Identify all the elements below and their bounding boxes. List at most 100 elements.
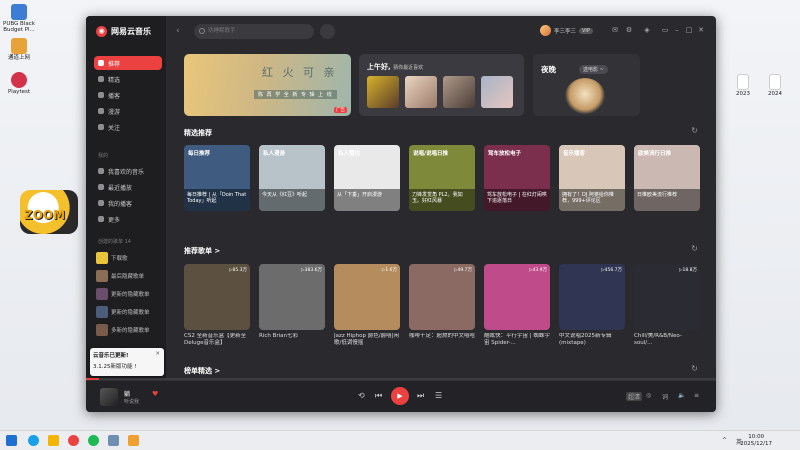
nav-recent[interactable]: 最近播放: [94, 180, 162, 194]
nav-podcast[interactable]: 播客: [94, 88, 162, 102]
close-icon[interactable]: ✕: [696, 25, 706, 35]
playlist-card[interactable]: ▷49.7万 咖啡十足：超燃的中文嘻哈: [409, 264, 475, 347]
now-playing-artist[interactable]: 听说我: [124, 398, 139, 405]
nav-recommend[interactable]: 推荐: [94, 56, 162, 70]
album-thumb[interactable]: [367, 76, 399, 108]
night-banner[interactable]: 夜晚 选电影 ~: [533, 54, 640, 116]
featured-card[interactable]: 私人漫游 今天从《红豆》听起: [259, 145, 325, 211]
night-select[interactable]: 选电影 ~: [579, 65, 608, 74]
settings-icon[interactable]: ⚙: [624, 25, 634, 35]
mini-mode-icon[interactable]: ▭: [660, 25, 670, 35]
volume-icon[interactable]: 🔈: [678, 392, 685, 399]
desktop-icon-pubg[interactable]: PUBG Black Budget Pl...: [2, 4, 36, 33]
card-tag: 音乐播客: [563, 151, 586, 157]
play-button[interactable]: ▶: [391, 387, 409, 405]
tray-arrow-icon[interactable]: ^: [722, 437, 727, 444]
next-icon[interactable]: ⏭: [417, 391, 424, 401]
playlist-card[interactable]: ▷18.8万 Chill/美/R&B/Neo-soul/...: [634, 264, 700, 347]
search-input[interactable]: 劝睡眠歌手: [194, 24, 314, 39]
desktop-icon-playtest[interactable]: Playtest: [2, 72, 36, 95]
greeting-title: 上午好, 猜你最近喜欢: [367, 62, 423, 72]
like-icon[interactable]: ♥: [152, 390, 158, 398]
refresh-icon[interactable]: ↻: [691, 364, 698, 373]
windows-start-icon[interactable]: [6, 435, 17, 446]
featured-card[interactable]: 说唱/说唱日推 刀锋发觉角 PL2。我如玉。好红风暴: [409, 145, 475, 211]
queue-icon[interactable]: ≡: [694, 392, 699, 399]
lyrics-icon[interactable]: 词: [662, 392, 668, 401]
nav-label: 推荐: [108, 60, 121, 68]
netease-taskbar-icon[interactable]: [68, 435, 79, 446]
card-cover: ▷1.6万: [334, 264, 400, 330]
nav-follow[interactable]: 关注: [94, 120, 162, 134]
playlist-label: 更新的隐藏歌单: [111, 310, 150, 316]
heart-icon: [98, 168, 104, 174]
card-cover: 私人雷达 从「下垂」开启漫游: [334, 145, 400, 211]
mail-icon[interactable]: ✉: [610, 25, 620, 35]
minimize-icon[interactable]: –: [672, 25, 682, 35]
refresh-icon[interactable]: ↻: [691, 244, 698, 253]
featured-card[interactable]: 每日推荐 每日推荐 | 从「Doin That Today」听起: [184, 145, 250, 211]
user-profile[interactable]: 李三李三 VIP: [540, 25, 593, 36]
skin-icon[interactable]: ◈: [642, 25, 652, 35]
section-charts-title[interactable]: 榜单精选 >: [184, 366, 220, 376]
featured-card[interactable]: 欧美流行日推 日推欧美流行推荐: [634, 145, 700, 211]
nav-more[interactable]: 更多: [94, 212, 162, 226]
app-taskbar-icon[interactable]: [128, 435, 139, 446]
clock[interactable]: 10:00 2025/12/17: [740, 434, 772, 448]
edge-icon[interactable]: [28, 435, 39, 446]
playlist-card[interactable]: ▷383.6万 Rich Brian七彩: [259, 264, 325, 347]
card-caption: 每日推荐 | 从「Doin That Today」听起: [184, 189, 250, 211]
now-playing-cover[interactable]: [100, 388, 118, 406]
app-taskbar-icon[interactable]: [88, 435, 99, 446]
repeat-icon[interactable]: ⟲: [358, 391, 365, 400]
playlist-item[interactable]: 多新的隐藏歌单: [96, 324, 150, 336]
album-thumb[interactable]: [481, 76, 513, 108]
toast-title: 云音乐已更新!: [93, 353, 129, 359]
card-caption: 驾车放松电子 | 在红灯闹哄下追逐落日: [484, 189, 550, 211]
desktop-icon-2024[interactable]: 2024: [758, 74, 792, 97]
zoom-logo[interactable]: ZOOM: [20, 190, 78, 234]
featured-card[interactable]: 音乐播客 拥有了！DJ 阿婆给你推荐，999+评论区: [559, 145, 625, 211]
app-taskbar-icon[interactable]: [108, 435, 119, 446]
section-recommended-title[interactable]: 推荐歌单 >: [184, 246, 220, 256]
clock-icon: [98, 184, 104, 190]
ad-banner[interactable]: 红 火 可 亲 陈 再 学 全 新 专 辑 上 线 广告: [184, 54, 351, 116]
refresh-icon[interactable]: ↻: [691, 126, 698, 135]
card-caption: Rich Brian七彩: [259, 333, 299, 339]
close-icon[interactable]: ✕: [155, 351, 160, 357]
playlist-card[interactable]: ▷43.9万 酷眩快：平行宇宙 | 蜘蛛宇宙 Spider-...: [484, 264, 550, 347]
avatar: [540, 25, 551, 36]
playlist-card[interactable]: ▷85.3万 CS2 全新音乐盒【更新至Deluge音乐盒】: [184, 264, 250, 347]
greeting-sub: 猜你最近喜欢: [393, 65, 424, 71]
explorer-icon[interactable]: [48, 435, 59, 446]
playlist-item[interactable]: 更新的隐藏歌单: [96, 288, 150, 300]
brand[interactable]: ◉ 网易云音乐: [96, 26, 151, 37]
nav-featured[interactable]: 精选: [94, 72, 162, 86]
desktop-icon-2023[interactable]: 2023: [726, 74, 760, 97]
playlist-queue-icon[interactable]: ☰: [435, 391, 442, 400]
nav-roam[interactable]: 漫游: [94, 104, 162, 118]
playlist-item[interactable]: 更新的隐藏歌单: [96, 306, 150, 318]
previous-icon[interactable]: ⏮: [375, 391, 382, 401]
featured-card[interactable]: 驾车放松电子驾车放松电子 | 在红灯闹哄下追逐落日: [484, 145, 550, 211]
now-playing-title[interactable]: 躺: [124, 389, 130, 398]
playlist-item[interactable]: 下载歌: [96, 252, 128, 264]
nav-my-podcast[interactable]: 我的播客: [94, 196, 162, 210]
effects-icon[interactable]: ◎: [646, 392, 651, 399]
quality-badge[interactable]: 超清: [626, 392, 643, 401]
featured-card[interactable]: 私人雷达 从「下垂」开启漫游: [334, 145, 400, 211]
update-toast[interactable]: 云音乐已更新! 3.1.25新版功能 ! ✕: [90, 348, 164, 376]
playlist-card[interactable]: ▷456.7万 中文说唱2025新专辑(mixtape): [559, 264, 625, 347]
card-tag: 驾车放松电子: [488, 151, 522, 157]
back-arrow-icon[interactable]: ‹: [176, 26, 180, 36]
playlist-card[interactable]: ▷1.6万 Jazz Hiphop 爵色/爵嘻|闲歌/低调慢摇: [334, 264, 400, 347]
album-thumb[interactable]: [443, 76, 475, 108]
greeting-banner[interactable]: 上午好, 猜你最近喜欢: [359, 54, 524, 116]
nav-liked-music[interactable]: 我喜欢的音乐: [94, 164, 162, 178]
voice-search-button[interactable]: [320, 24, 335, 39]
desktop-icon-vpn[interactable]: 通道上网: [2, 38, 36, 61]
playlist-item[interactable]: 最后隐藏歌单: [96, 270, 144, 282]
maximize-icon[interactable]: □: [684, 25, 694, 35]
zoom-logo-text: ZOOM: [24, 208, 66, 222]
album-thumb[interactable]: [405, 76, 437, 108]
